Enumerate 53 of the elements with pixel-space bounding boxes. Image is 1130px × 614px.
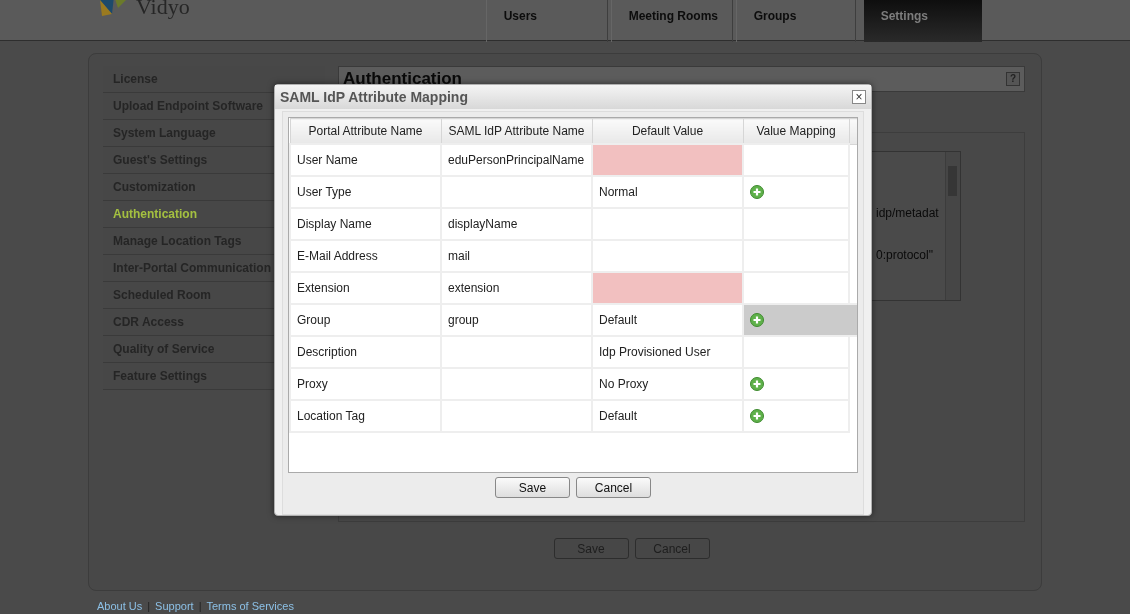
column-header: SAML IdP Attribute Name (441, 118, 592, 144)
footer-link[interactable]: About Us (97, 600, 143, 612)
metadata-text: 0:protocol" (876, 248, 933, 262)
nav-tab[interactable]: Users (485, 0, 608, 42)
add-icon[interactable] (750, 409, 764, 423)
table-cell: Group (290, 304, 441, 336)
add-icon[interactable] (750, 313, 764, 327)
table-cell[interactable]: group (441, 304, 592, 336)
table-cell[interactable] (743, 144, 849, 176)
table-cell: User Type (290, 176, 441, 208)
table-cell[interactable]: displayName (441, 208, 592, 240)
table-cell: Extension (290, 272, 441, 304)
dialog-button[interactable]: Save (495, 477, 570, 498)
footer-link[interactable]: Terms of Services (206, 600, 294, 612)
table-cell[interactable]: Normal (592, 176, 743, 208)
table-cell[interactable]: Idp Provisioned User (592, 336, 743, 368)
nav-tab[interactable]: Meeting Rooms (610, 0, 733, 42)
table-cell[interactable] (743, 400, 849, 432)
table-cell: Location Tag (290, 400, 441, 432)
section-title: Authentication (343, 69, 462, 89)
table-cell: Description (290, 336, 441, 368)
add-icon[interactable] (750, 377, 764, 391)
table-cell[interactable] (592, 272, 743, 304)
add-icon[interactable] (750, 185, 764, 199)
table-cell[interactable]: eduPersonPrincipalName (441, 144, 592, 176)
table-cell[interactable] (743, 336, 849, 368)
table-cell[interactable]: Default (592, 304, 743, 336)
table-cell: Proxy (290, 368, 441, 400)
table-cell: Display Name (290, 208, 441, 240)
link-separator: | (198, 600, 202, 612)
table-cell[interactable] (743, 240, 849, 272)
table-cell: E-Mail Address (290, 240, 441, 272)
column-header: Portal Attribute Name (290, 118, 441, 144)
table-cell[interactable] (592, 144, 743, 176)
table-cell[interactable] (743, 304, 857, 336)
nav-tab[interactable]: Settings (863, 0, 982, 42)
close-button[interactable]: × (852, 90, 866, 104)
footer-link[interactable]: Support (155, 600, 194, 612)
table-cell[interactable] (441, 176, 592, 208)
column-header: Default Value (592, 118, 743, 144)
nav-tab[interactable]: Groups (735, 0, 856, 42)
metadata-text: idp/metadat (876, 206, 939, 220)
table-cell[interactable]: Default (592, 400, 743, 432)
link-separator: | (147, 600, 151, 612)
table-cell[interactable] (743, 176, 849, 208)
table-cell[interactable] (743, 368, 849, 400)
column-header: Value Mapping (743, 118, 849, 144)
help-button[interactable]: ? (1006, 72, 1020, 86)
table-cell[interactable]: No Proxy (592, 368, 743, 400)
dialog-button[interactable]: Cancel (576, 477, 651, 498)
table-cell[interactable]: extension (441, 272, 592, 304)
table-cell: User Name (290, 144, 441, 176)
table-cell[interactable]: mail (441, 240, 592, 272)
